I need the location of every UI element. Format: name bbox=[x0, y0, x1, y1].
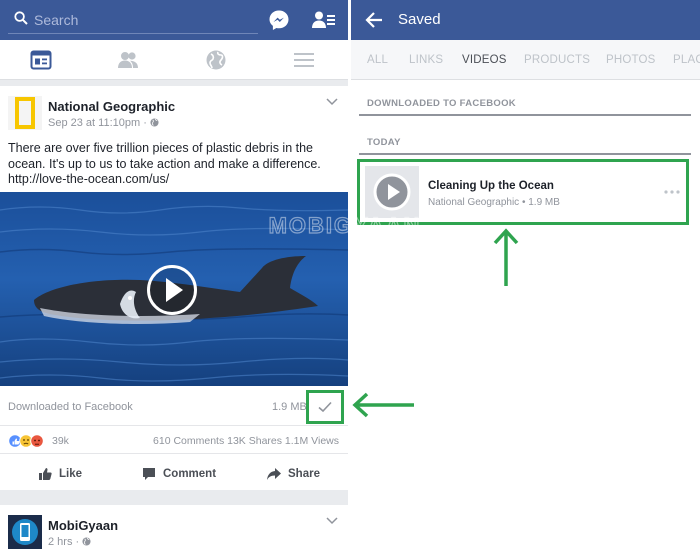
video-thumbnail[interactable] bbox=[365, 166, 419, 218]
messenger-icon[interactable] bbox=[268, 9, 290, 31]
share-button[interactable]: Share bbox=[266, 466, 320, 482]
mobigyaan-avatar[interactable] bbox=[8, 515, 42, 549]
saved-top-bar: Saved bbox=[351, 0, 700, 40]
section-label: TODAY bbox=[367, 137, 401, 148]
share-label: Share bbox=[288, 468, 320, 480]
comment-button[interactable]: Comment bbox=[142, 466, 216, 482]
friend-requests-icon[interactable] bbox=[312, 10, 336, 30]
post-video[interactable] bbox=[0, 192, 348, 386]
post-body: There are over five trillion pieces of p… bbox=[8, 141, 321, 171]
like-button[interactable]: Like bbox=[38, 466, 82, 482]
play-icon[interactable] bbox=[146, 264, 198, 316]
post-text: There are over five trillion pieces of p… bbox=[8, 141, 340, 188]
feed-post: MobiGyaan 2 hrs · bbox=[0, 505, 348, 554]
post-timestamp: Sep 23 at 11:10pm · bbox=[48, 117, 150, 129]
menu-icon[interactable] bbox=[293, 49, 315, 71]
tab-places[interactable]: PLAC bbox=[673, 54, 700, 66]
like-label: Like bbox=[59, 468, 83, 480]
chevron-down-icon[interactable] bbox=[326, 517, 338, 525]
search-icon bbox=[14, 11, 28, 25]
tab-all[interactable]: ALL bbox=[367, 54, 388, 66]
saved-pane: Saved ALL LINKS VIDEOS PRODUCTS PHOTOS P… bbox=[351, 0, 700, 554]
tab-links[interactable]: LINKS bbox=[409, 54, 443, 66]
globe-icon[interactable] bbox=[205, 49, 227, 71]
check-icon bbox=[318, 401, 332, 413]
engagement-stats[interactable]: 610 Comments 13K Shares 1.1M Views bbox=[153, 435, 339, 447]
download-status-label: Downloaded to Facebook bbox=[8, 401, 133, 413]
page-title: Saved bbox=[398, 11, 441, 28]
section-header-downloaded: DOWNLOADED TO FACEBOOK bbox=[359, 94, 691, 116]
saved-item-title[interactable]: Cleaning Up the Ocean bbox=[428, 180, 554, 192]
play-icon bbox=[373, 173, 411, 211]
downloaded-check-button[interactable] bbox=[306, 390, 344, 424]
more-dots-icon[interactable] bbox=[664, 190, 680, 194]
post-meta: 2 hrs · bbox=[48, 536, 91, 548]
chevron-down-icon[interactable] bbox=[326, 98, 338, 106]
tab-products[interactable]: PRODUCTS bbox=[524, 54, 590, 66]
download-status-row: Downloaded to Facebook 1.9 MB bbox=[0, 386, 348, 426]
post-meta: Sep 23 at 11:10pm · bbox=[48, 117, 159, 129]
tab-videos[interactable]: VIDEOS bbox=[462, 54, 507, 66]
saved-filter-tabs: ALL LINKS VIDEOS PRODUCTS PHOTOS PLAC bbox=[351, 40, 700, 80]
saved-item-subtitle: National Geographic • 1.9 MB bbox=[428, 197, 560, 208]
back-arrow-icon[interactable] bbox=[365, 11, 383, 29]
tab-photos[interactable]: PHOTOS bbox=[606, 54, 656, 66]
annotation-arrow-left bbox=[352, 392, 414, 418]
globe-small-icon bbox=[150, 118, 159, 127]
national-geographic-avatar[interactable] bbox=[8, 96, 42, 130]
post-author[interactable]: National Geographic bbox=[48, 99, 175, 114]
search-box[interactable] bbox=[8, 6, 258, 34]
comment-icon bbox=[143, 468, 155, 480]
post-timestamp: 2 hrs · bbox=[48, 536, 83, 548]
post-author[interactable]: MobiGyaan bbox=[48, 518, 118, 533]
top-bar bbox=[0, 0, 348, 40]
comment-label: Comment bbox=[163, 468, 217, 480]
globe-small-icon bbox=[82, 537, 91, 546]
reaction-icons[interactable] bbox=[8, 434, 50, 448]
reaction-stats-row: 39k 610 Comments 13K Shares 1.1M Views bbox=[0, 428, 348, 454]
news-feed-icon[interactable] bbox=[30, 49, 52, 71]
friends-icon[interactable] bbox=[117, 49, 139, 71]
download-size: 1.9 MB bbox=[272, 401, 307, 413]
like-icon bbox=[39, 468, 52, 480]
main-nav-tabs bbox=[0, 40, 348, 80]
reaction-count[interactable]: 39k bbox=[52, 435, 69, 447]
post-actions: Like Comment Share bbox=[0, 456, 348, 490]
post-link[interactable]: http://love-the-ocean.com/us/ bbox=[8, 172, 340, 188]
search-input[interactable] bbox=[34, 11, 254, 29]
facebook-feed-pane: National Geographic Sep 23 at 11:10pm · … bbox=[0, 0, 348, 554]
annotation-arrow-up bbox=[493, 228, 519, 286]
feed-post: National Geographic Sep 23 at 11:10pm · … bbox=[0, 86, 348, 490]
section-header-today: TODAY bbox=[359, 133, 691, 155]
saved-video-item[interactable]: Cleaning Up the Ocean National Geographi… bbox=[357, 159, 689, 225]
section-label: DOWNLOADED TO FACEBOOK bbox=[367, 98, 516, 109]
share-icon bbox=[267, 468, 281, 480]
